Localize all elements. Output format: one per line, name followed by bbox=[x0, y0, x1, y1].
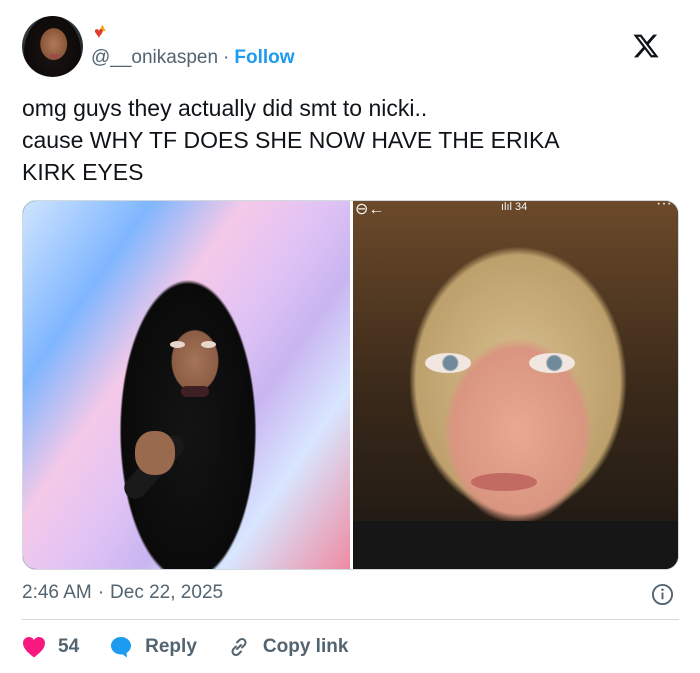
photo-detail bbox=[471, 473, 537, 491]
link-icon bbox=[231, 637, 247, 657]
tweet-text: omg guys they actually did smt to nicki.… bbox=[22, 95, 560, 185]
copy-link-button[interactable]: Copy link bbox=[227, 635, 349, 659]
reply-label: Reply bbox=[145, 636, 197, 657]
more-dots-icon: ··· bbox=[656, 200, 672, 212]
photo-detail bbox=[135, 431, 175, 475]
photo-detail bbox=[181, 386, 209, 397]
avatar[interactable] bbox=[22, 16, 83, 77]
media-photo-left[interactable] bbox=[23, 201, 350, 569]
x-logo-icon[interactable] bbox=[632, 32, 660, 60]
tweet-embed: ▲ ♥ @__onikaspen · Follow omg guys they ac… bbox=[0, 0, 700, 673]
photo-detail bbox=[425, 353, 471, 373]
author-handle[interactable]: @__onikaspen bbox=[91, 47, 218, 68]
follow-button[interactable]: Follow bbox=[234, 47, 294, 68]
signal-status-text: ılıl 34 bbox=[501, 201, 528, 213]
like-count: 54 bbox=[58, 636, 80, 657]
back-arrow-icon: ⊖← bbox=[355, 201, 385, 218]
heart-badge-icon: ♥ bbox=[94, 25, 104, 42]
like-button[interactable]: 54 bbox=[22, 636, 79, 658]
reply-button[interactable]: Reply bbox=[109, 635, 197, 659]
tweet-time: 2:46 AM bbox=[22, 582, 92, 603]
info-icon[interactable] bbox=[651, 583, 674, 606]
action-bar: 54 Reply Copy link bbox=[22, 634, 378, 660]
photo-detail bbox=[353, 521, 678, 569]
tweet-timestamp[interactable]: 2:46 AM · Dec 22, 2025 bbox=[22, 582, 223, 604]
copy-link-label: Copy link bbox=[262, 636, 349, 657]
author-line: @__onikaspen · Follow bbox=[91, 47, 295, 69]
separator-dot: · bbox=[97, 582, 105, 603]
divider bbox=[22, 619, 679, 620]
tweet-date: Dec 22, 2025 bbox=[110, 582, 224, 603]
media-photo-right[interactable]: ⊖← ılıl 34 ··· bbox=[353, 200, 678, 569]
speech-bubble-icon bbox=[111, 637, 132, 658]
photo-detail bbox=[201, 341, 216, 348]
photo-detail bbox=[170, 341, 185, 348]
photo-detail bbox=[529, 353, 575, 373]
heart-icon bbox=[23, 637, 45, 658]
heart-on-fire-icon: ▲ ♥ bbox=[92, 22, 112, 42]
tweet-header: ▲ ♥ @__onikaspen · Follow bbox=[22, 14, 682, 78]
separator-dot: · bbox=[223, 47, 230, 68]
tweet-media[interactable]: ⊖← ılıl 34 ··· bbox=[22, 200, 679, 570]
avatar-detail bbox=[50, 54, 59, 58]
